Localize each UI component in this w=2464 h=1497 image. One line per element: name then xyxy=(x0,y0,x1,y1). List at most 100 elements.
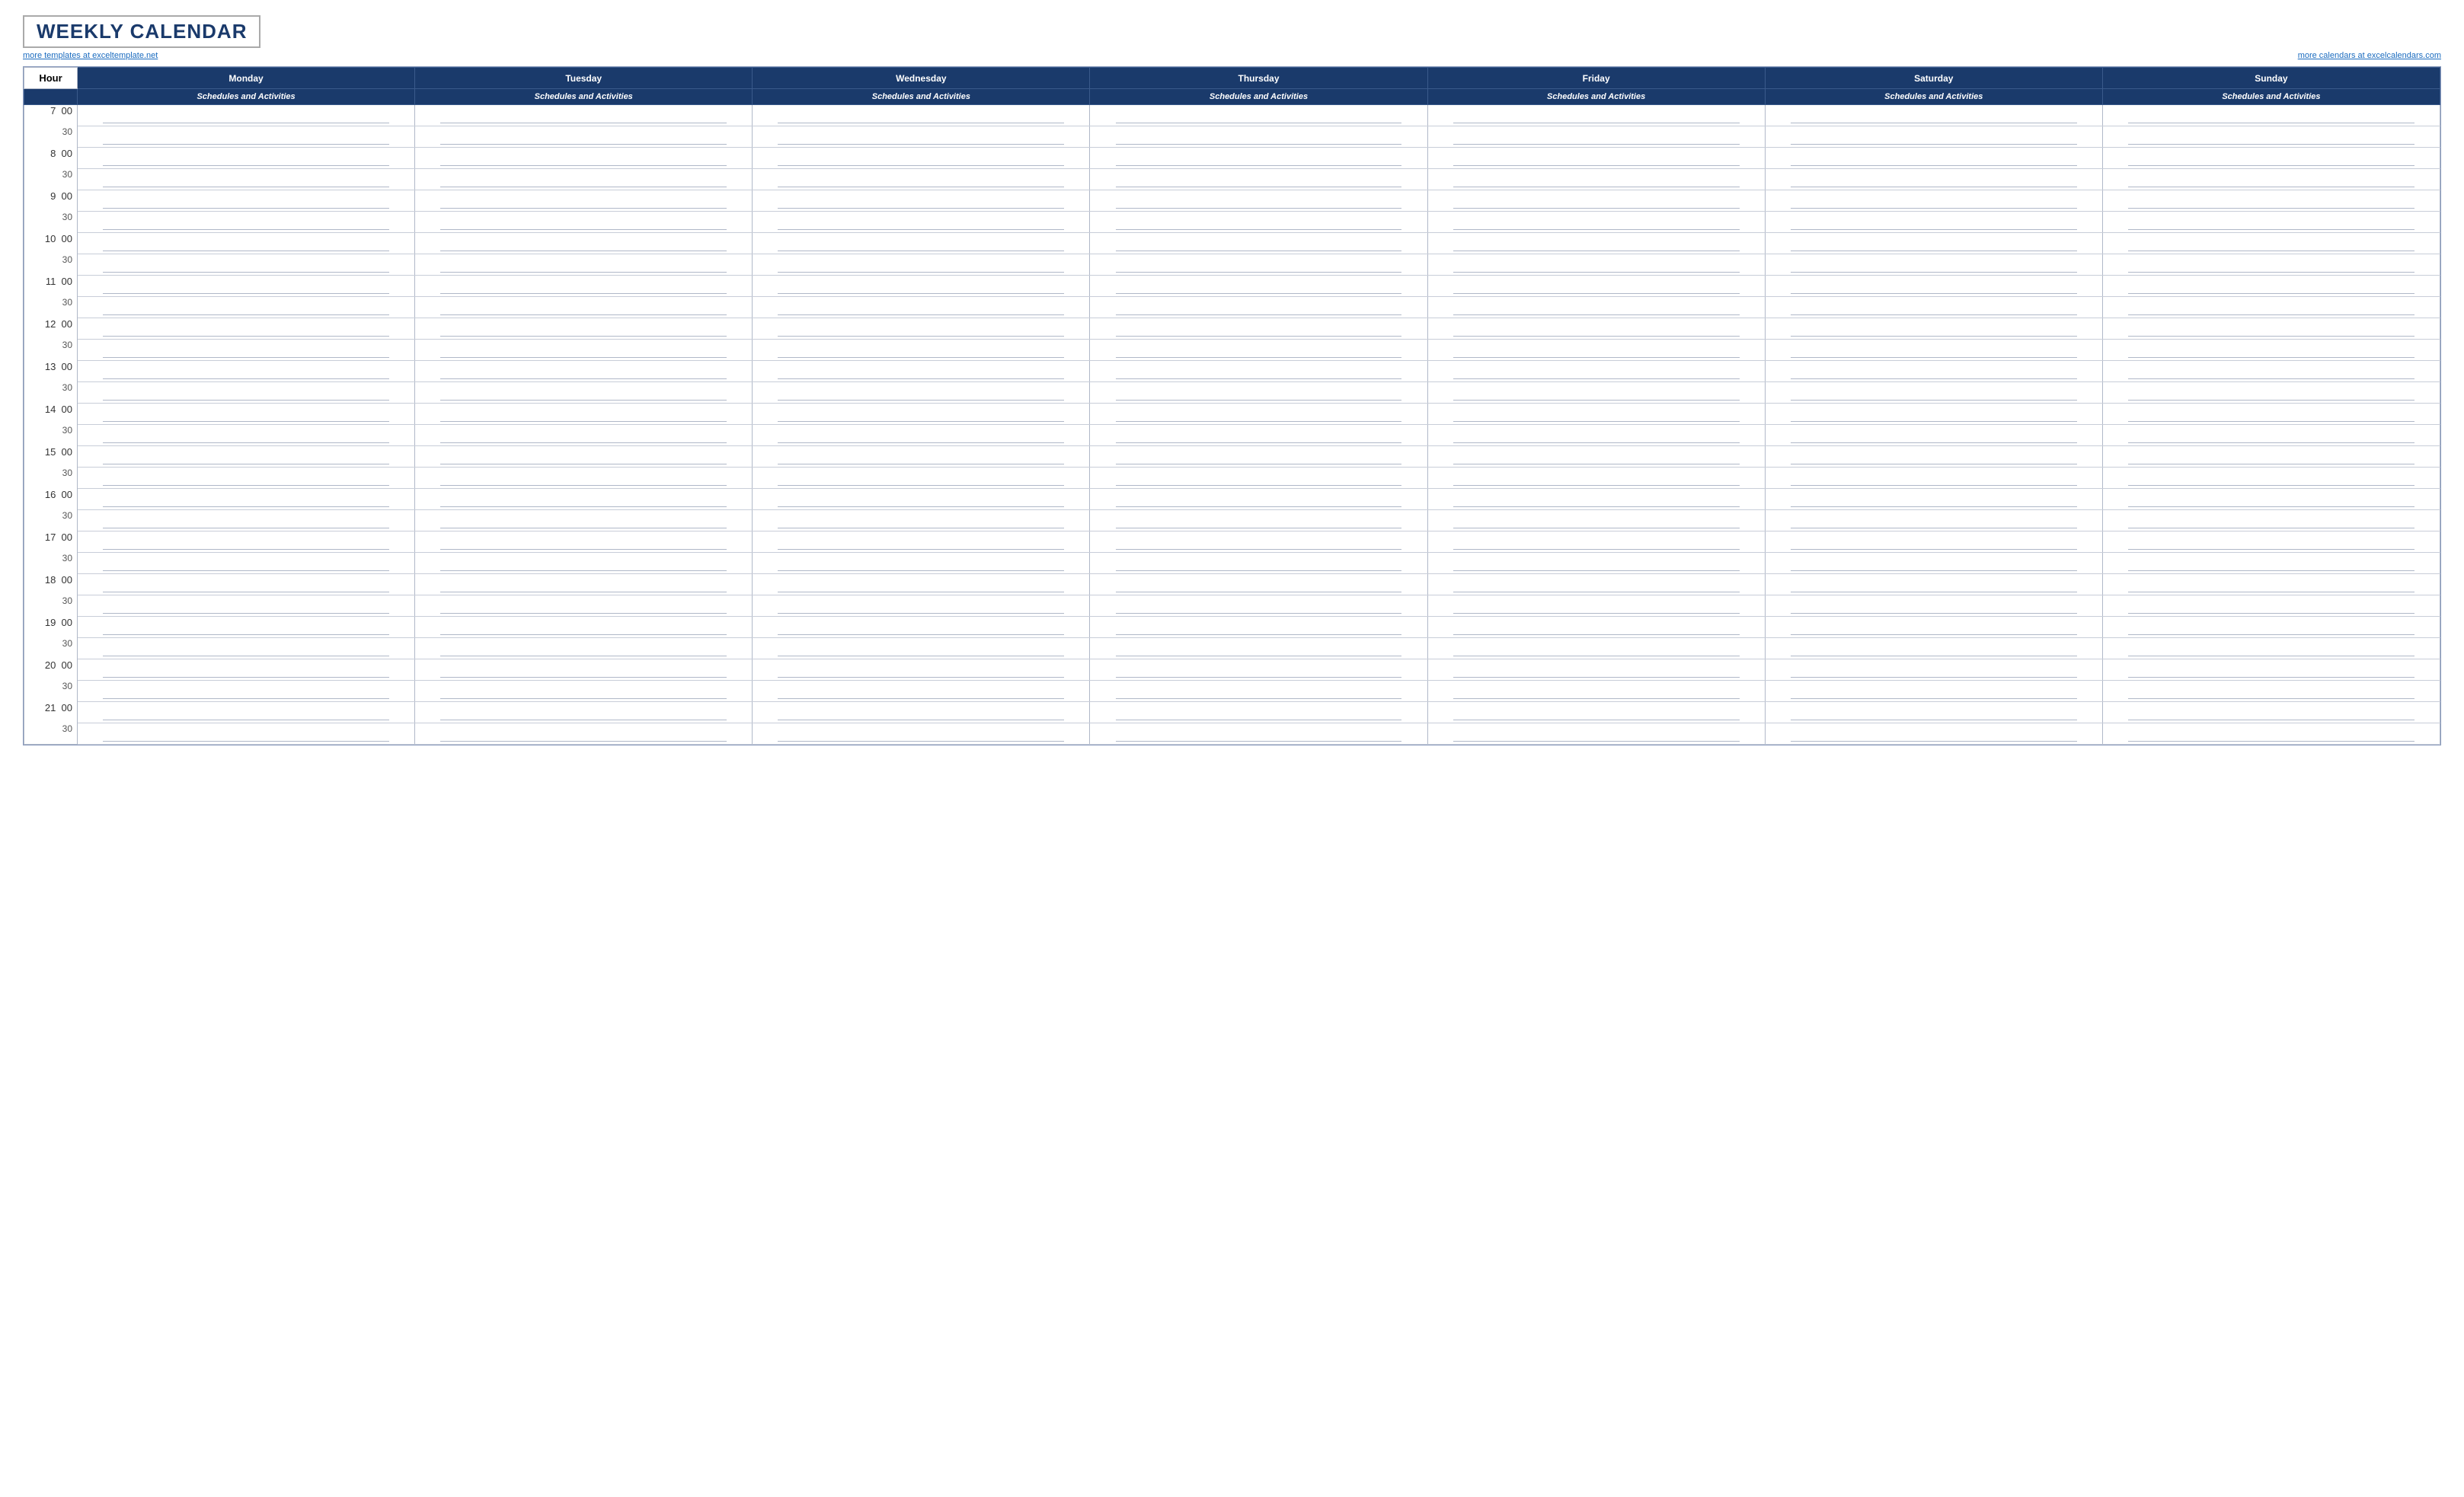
schedule-cell-half[interactable] xyxy=(753,510,1090,531)
schedule-cell-half[interactable] xyxy=(1090,468,1427,489)
schedule-cell[interactable] xyxy=(1765,659,2102,681)
schedule-cell[interactable] xyxy=(415,489,753,510)
schedule-cell-half[interactable] xyxy=(415,553,753,574)
schedule-cell[interactable] xyxy=(78,446,415,468)
schedule-cell[interactable] xyxy=(415,531,753,553)
schedule-cell[interactable] xyxy=(78,318,415,340)
schedule-cell-half[interactable] xyxy=(2102,382,2440,404)
schedule-cell-half[interactable] xyxy=(1427,681,1765,702)
schedule-cell-half[interactable] xyxy=(753,126,1090,148)
schedule-cell[interactable] xyxy=(1427,659,1765,681)
schedule-cell-half[interactable] xyxy=(753,382,1090,404)
schedule-cell[interactable] xyxy=(753,276,1090,297)
schedule-cell-half[interactable] xyxy=(78,382,415,404)
schedule-cell-half[interactable] xyxy=(415,382,753,404)
schedule-cell-half[interactable] xyxy=(415,468,753,489)
schedule-cell-half[interactable] xyxy=(1090,553,1427,574)
schedule-cell-half[interactable] xyxy=(753,723,1090,745)
schedule-cell-half[interactable] xyxy=(415,126,753,148)
schedule-cell-half[interactable] xyxy=(78,212,415,233)
schedule-cell-half[interactable] xyxy=(2102,638,2440,659)
schedule-cell-half[interactable] xyxy=(2102,510,2440,531)
schedule-cell[interactable] xyxy=(415,659,753,681)
schedule-cell[interactable] xyxy=(1427,148,1765,169)
schedule-cell[interactable] xyxy=(78,233,415,254)
schedule-cell-half[interactable] xyxy=(78,595,415,617)
schedule-cell-half[interactable] xyxy=(415,510,753,531)
schedule-cell[interactable] xyxy=(78,617,415,638)
schedule-cell[interactable] xyxy=(2102,446,2440,468)
schedule-cell[interactable] xyxy=(415,276,753,297)
schedule-cell[interactable] xyxy=(753,190,1090,212)
schedule-cell[interactable] xyxy=(1090,617,1427,638)
schedule-cell-half[interactable] xyxy=(753,340,1090,361)
schedule-cell[interactable] xyxy=(78,105,415,126)
schedule-cell[interactable] xyxy=(753,446,1090,468)
schedule-cell-half[interactable] xyxy=(1427,595,1765,617)
schedule-cell-half[interactable] xyxy=(415,169,753,190)
schedule-cell-half[interactable] xyxy=(1090,425,1427,446)
schedule-cell[interactable] xyxy=(753,233,1090,254)
schedule-cell-half[interactable] xyxy=(2102,340,2440,361)
schedule-cell[interactable] xyxy=(1427,318,1765,340)
schedule-cell-half[interactable] xyxy=(415,297,753,318)
schedule-cell[interactable] xyxy=(2102,489,2440,510)
schedule-cell-half[interactable] xyxy=(2102,254,2440,276)
schedule-cell[interactable] xyxy=(753,574,1090,595)
schedule-cell-half[interactable] xyxy=(2102,297,2440,318)
schedule-cell-half[interactable] xyxy=(78,723,415,745)
schedule-cell-half[interactable] xyxy=(1765,126,2102,148)
schedule-cell-half[interactable] xyxy=(415,681,753,702)
schedule-cell[interactable] xyxy=(753,702,1090,723)
schedule-cell-half[interactable] xyxy=(415,254,753,276)
schedule-cell[interactable] xyxy=(1090,574,1427,595)
schedule-cell-half[interactable] xyxy=(1765,169,2102,190)
schedule-cell-half[interactable] xyxy=(1427,126,1765,148)
schedule-cell-half[interactable] xyxy=(1090,510,1427,531)
schedule-cell-half[interactable] xyxy=(1765,425,2102,446)
schedule-cell[interactable] xyxy=(415,105,753,126)
schedule-cell-half[interactable] xyxy=(2102,126,2440,148)
schedule-cell[interactable] xyxy=(1765,276,2102,297)
schedule-cell-half[interactable] xyxy=(753,425,1090,446)
schedule-cell[interactable] xyxy=(1427,276,1765,297)
schedule-cell[interactable] xyxy=(78,531,415,553)
schedule-cell[interactable] xyxy=(78,489,415,510)
schedule-cell-half[interactable] xyxy=(1765,638,2102,659)
schedule-cell-half[interactable] xyxy=(78,169,415,190)
schedule-cell-half[interactable] xyxy=(2102,595,2440,617)
schedule-cell[interactable] xyxy=(1765,489,2102,510)
schedule-cell[interactable] xyxy=(2102,659,2440,681)
schedule-cell[interactable] xyxy=(753,617,1090,638)
schedule-cell[interactable] xyxy=(2102,361,2440,382)
schedule-cell[interactable] xyxy=(1427,361,1765,382)
schedule-cell-half[interactable] xyxy=(2102,212,2440,233)
schedule-cell-half[interactable] xyxy=(1427,297,1765,318)
schedule-cell-half[interactable] xyxy=(78,510,415,531)
schedule-cell-half[interactable] xyxy=(1090,297,1427,318)
schedule-cell-half[interactable] xyxy=(78,254,415,276)
schedule-cell-half[interactable] xyxy=(1765,340,2102,361)
schedule-cell-half[interactable] xyxy=(1090,681,1427,702)
schedule-cell[interactable] xyxy=(415,361,753,382)
schedule-cell-half[interactable] xyxy=(1427,212,1765,233)
schedule-cell[interactable] xyxy=(2102,617,2440,638)
schedule-cell[interactable] xyxy=(415,446,753,468)
schedule-cell[interactable] xyxy=(1090,190,1427,212)
schedule-cell-half[interactable] xyxy=(415,425,753,446)
schedule-cell-half[interactable] xyxy=(753,254,1090,276)
schedule-cell-half[interactable] xyxy=(753,638,1090,659)
schedule-cell[interactable] xyxy=(1765,574,2102,595)
schedule-cell[interactable] xyxy=(1765,318,2102,340)
schedule-cell[interactable] xyxy=(1427,404,1765,425)
schedule-cell-half[interactable] xyxy=(78,425,415,446)
left-link[interactable]: more templates at exceltemplate.net xyxy=(23,51,158,60)
schedule-cell[interactable] xyxy=(1427,574,1765,595)
schedule-cell[interactable] xyxy=(78,148,415,169)
schedule-cell[interactable] xyxy=(1765,148,2102,169)
schedule-cell[interactable] xyxy=(1090,531,1427,553)
schedule-cell-half[interactable] xyxy=(753,468,1090,489)
schedule-cell[interactable] xyxy=(753,318,1090,340)
schedule-cell[interactable] xyxy=(2102,702,2440,723)
schedule-cell-half[interactable] xyxy=(415,340,753,361)
